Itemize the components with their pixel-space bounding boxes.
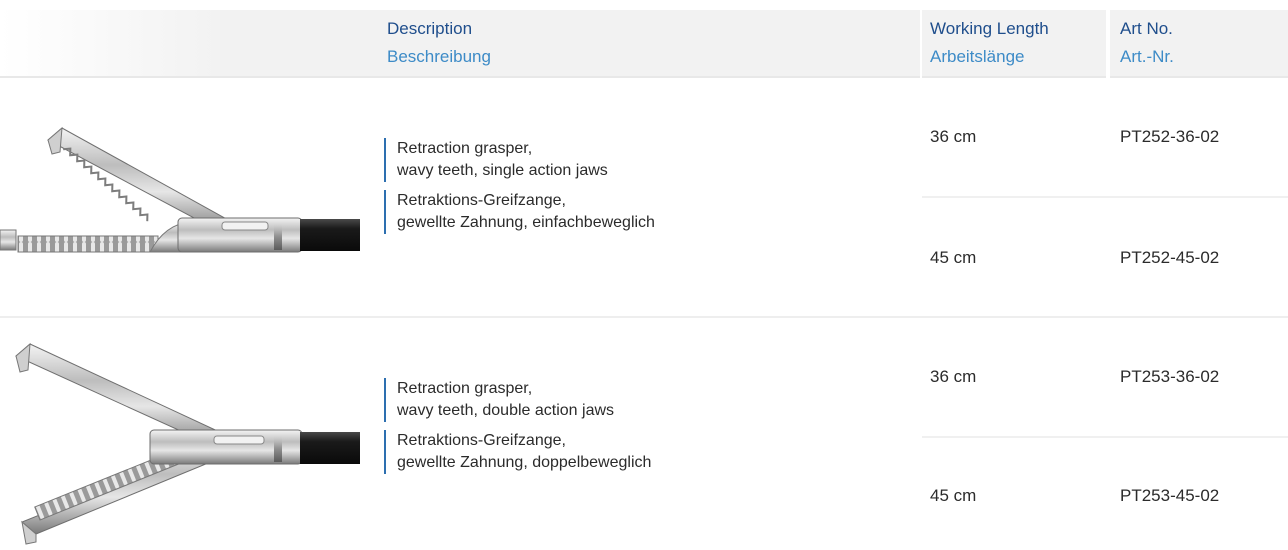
- product-description: Retraction grasper, wavy teeth, double a…: [384, 378, 904, 482]
- retraction-grasper-single-action-image: [0, 122, 360, 277]
- header-art-no-en: Art No.: [1120, 19, 1173, 38]
- retraction-grasper-double-action-image: [0, 338, 360, 550]
- product-group-double-action: Retraction grasper, wavy teeth, double a…: [0, 318, 1288, 550]
- description-en-line: Retraction grasper,: [397, 380, 533, 397]
- description-en-line: wavy teeth, single action jaws: [397, 162, 608, 179]
- description-en-block: Retraction grasper, wavy teeth, single a…: [384, 138, 904, 182]
- description-de-line: gewellte Zahnung, doppelbeweglich: [397, 454, 652, 471]
- art-no-cell: PT253-45-02: [1120, 486, 1220, 505]
- header-art-no-cell: Art No. Art.-Nr.: [1110, 10, 1288, 78]
- product-description: Retraction grasper, wavy teeth, single a…: [384, 138, 904, 242]
- description-en-line: wavy teeth, double action jaws: [397, 402, 615, 419]
- header-description-cell: Description Beschreibung: [0, 10, 920, 78]
- description-de-block: Retraktions-Greifzange, gewellte Zahnung…: [384, 430, 904, 474]
- header-description-en: Description: [387, 19, 473, 38]
- art-no-cell: PT253-36-02: [1120, 367, 1220, 386]
- description-de-line: Retraktions-Greifzange,: [397, 432, 566, 449]
- description-de-block: Retraktions-Greifzange, gewellte Zahnung…: [384, 190, 904, 234]
- working-length-cell: 36 cm: [930, 367, 977, 386]
- header-art-no-de: Art.-Nr.: [1120, 47, 1174, 66]
- description-en-line: Retraction grasper,: [397, 140, 533, 157]
- description-en-block: Retraction grasper, wavy teeth, double a…: [384, 378, 904, 422]
- header-description-de: Beschreibung: [387, 47, 491, 66]
- description-de-line: gewellte Zahnung, einfachbeweglich: [397, 214, 655, 231]
- working-length-cell: 45 cm: [930, 486, 977, 505]
- working-length-cell: 36 cm: [930, 127, 977, 146]
- header-working-length-de: Arbeitslänge: [930, 47, 1025, 66]
- product-group-single-action: Retraction grasper, wavy teeth, single a…: [0, 80, 1288, 316]
- row-divider: [922, 436, 1288, 438]
- header-working-length-en: Working Length: [930, 19, 1049, 38]
- header-working-length-cell: Working Length Arbeitslänge: [922, 10, 1106, 78]
- art-no-cell: PT252-36-02: [1120, 127, 1220, 146]
- row-divider: [922, 196, 1288, 198]
- description-de-line: Retraktions-Greifzange,: [397, 192, 566, 209]
- working-length-cell: 45 cm: [930, 248, 977, 267]
- art-no-cell: PT252-45-02: [1120, 248, 1220, 267]
- table-header: Description Beschreibung Working Length …: [0, 10, 1288, 78]
